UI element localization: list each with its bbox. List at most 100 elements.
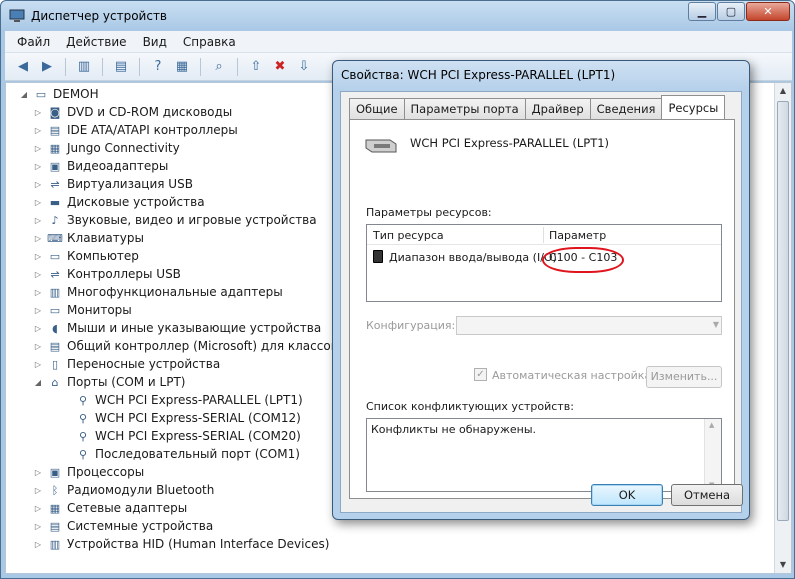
tab-details[interactable]: Сведения	[589, 98, 663, 119]
col-parameter[interactable]: Параметр	[549, 229, 606, 242]
tree-item-label: Jungo Connectivity	[67, 141, 180, 155]
col-resource-type[interactable]: Тип ресурса	[373, 229, 444, 242]
show-hide-tree-icon[interactable]: ▥	[74, 57, 94, 77]
tree-item-label: Устройства HID (Human Interface Devices)	[67, 537, 330, 551]
port-connector-icon: ⚲	[78, 447, 88, 461]
conflicts-list[interactable]: Конфликты не обнаружены. ▲ ▼	[366, 418, 722, 492]
expand-arrow-icon[interactable]: ▷	[32, 198, 44, 207]
usb-controller-icon: ⇌	[50, 267, 60, 281]
expand-arrow-icon[interactable]: ▷	[32, 162, 44, 171]
expand-arrow-icon[interactable]: ▷	[32, 306, 44, 315]
ok-button[interactable]: OK	[591, 484, 663, 506]
expand-arrow-icon[interactable]: ▷	[32, 486, 44, 495]
resource-table[interactable]: Тип ресурса Параметр Диапазон ввода/выво…	[366, 224, 722, 302]
expand-arrow-icon[interactable]: ▷	[32, 270, 44, 279]
tab-resources[interactable]: Ресурсы	[661, 95, 726, 119]
menu-view[interactable]: Вид	[143, 35, 167, 49]
menu-action[interactable]: Действие	[66, 35, 126, 49]
tree-item-label: Мониторы	[67, 303, 132, 317]
properties-dialog: Свойства: WCH PCI Express-PARALLEL (LPT1…	[332, 60, 750, 520]
maximize-button[interactable]: ▢	[717, 2, 745, 21]
scroll-up-icon[interactable]: ▲	[775, 83, 791, 99]
conflicts-label: Список конфликтующих устройств:	[366, 400, 574, 413]
tree-item-label: Системные устройства	[67, 519, 214, 533]
tree-item-label: Переносные устройства	[67, 357, 221, 371]
scroll-thumb[interactable]	[777, 101, 789, 521]
disc-drive-icon: ◙	[49, 105, 61, 119]
disk-drive-icon: ▬	[49, 195, 61, 209]
scan-hardware-icon[interactable]: ⌕	[209, 57, 229, 77]
disable-device-icon[interactable]: ⇩	[294, 57, 314, 77]
expand-arrow-icon[interactable]: ▷	[32, 234, 44, 243]
sound-icon: ♪	[51, 213, 59, 227]
expand-arrow-icon[interactable]: ▷	[32, 522, 44, 531]
tree-item-label: Многофункциональные адаптеры	[67, 285, 283, 299]
auto-settings-checkbox: ✓	[474, 368, 487, 381]
tree-item-label: Дисковые устройства	[67, 195, 205, 209]
expand-arrow-icon[interactable]: ▷	[32, 216, 44, 225]
expand-arrow-icon[interactable]: ▷	[32, 360, 44, 369]
expand-arrow-icon[interactable]: ▷	[32, 144, 44, 153]
help-icon[interactable]: ?	[148, 57, 168, 77]
tree-item-category[interactable]: ▷ ▥ Устройства HID (Human Interface Device…	[18, 535, 395, 553]
expand-arrow-icon[interactable]: ▷	[32, 324, 44, 333]
menu-help[interactable]: Справка	[183, 35, 236, 49]
tab-port-settings[interactable]: Параметры порта	[403, 98, 526, 119]
bluetooth-icon: ᛒ	[51, 483, 59, 497]
properties-icon[interactable]: ▤	[111, 57, 131, 77]
collapse-arrow-icon[interactable]: ◢	[32, 378, 44, 387]
expand-arrow-icon[interactable]: ▷	[32, 180, 44, 189]
expand-arrow-icon[interactable]: ▷	[32, 108, 44, 117]
forward-icon[interactable]: ▶	[37, 57, 57, 77]
system-device-icon: ▤	[49, 519, 61, 533]
conflicts-scrollbar: ▲ ▼	[704, 419, 721, 491]
expand-arrow-icon[interactable]: ▷	[32, 468, 44, 477]
uninstall-icon[interactable]: ✖	[270, 57, 290, 77]
port-icon: ⌂	[51, 375, 59, 389]
tab-general[interactable]: Общие	[349, 98, 405, 119]
expand-arrow-icon[interactable]: ▷	[32, 504, 44, 513]
column-divider[interactable]	[543, 227, 544, 243]
expand-arrow-icon[interactable]: ▷	[32, 288, 44, 297]
update-driver-icon[interactable]: ⇧	[246, 57, 266, 77]
resource-type-cell: Диапазон ввода/вывода (I/O)	[389, 251, 557, 264]
controller-icon: ▤	[49, 339, 61, 353]
resources-panel: WCH PCI Express-PARALLEL (LPT1) Параметр…	[349, 119, 735, 499]
expand-arrow-icon[interactable]: ▷	[32, 126, 44, 135]
tree-item-label: WCH PCI Express-PARALLEL (LPT1)	[95, 393, 303, 407]
title-bar[interactable]: Диспетчер устройств ▁ ▢ ✕	[1, 1, 794, 31]
dialog-body: Общие Параметры порта Драйвер Сведения Р…	[340, 91, 743, 513]
cancel-button[interactable]: Отмена	[671, 484, 743, 506]
resources-label: Параметры ресурсов:	[366, 206, 492, 219]
scroll-down-icon[interactable]: ▼	[775, 557, 791, 573]
menu-bar: Файл Действие Вид Справка	[5, 31, 792, 53]
toolbar-separator	[200, 57, 201, 76]
tree-item-label: IDE ATA/ATAPI контроллеры	[67, 123, 238, 137]
conflicts-text: Конфликты не обнаружены.	[371, 423, 536, 436]
tree-item-label: Порты (COM и LPT)	[67, 375, 186, 389]
expand-arrow-icon[interactable]: ▷	[32, 252, 44, 261]
tree-item-label: Видеоадаптеры	[67, 159, 169, 173]
window-controls: ▁ ▢ ✕	[688, 2, 790, 21]
processor-icon: ▣	[49, 465, 61, 479]
expand-arrow-icon[interactable]: ▷	[32, 540, 44, 549]
vertical-scrollbar[interactable]: ▲ ▼	[774, 83, 791, 573]
collapse-arrow-icon[interactable]: ◢	[18, 90, 30, 99]
network-adapter-icon: ▦	[49, 501, 61, 515]
jungo-device-icon: ▦	[49, 141, 61, 155]
table-row[interactable]: Диапазон ввода/вывода (I/O) C100 - C103	[367, 247, 721, 273]
view-icon[interactable]: ▦	[172, 57, 192, 77]
hid-icon: ▥	[49, 537, 61, 551]
port-connector-icon: ⚲	[78, 393, 88, 407]
tree-item-label: Виртуализация USB	[67, 177, 193, 191]
tab-driver[interactable]: Драйвер	[524, 98, 591, 119]
close-button[interactable]: ✕	[746, 2, 790, 21]
monitor-icon: ▭	[49, 303, 61, 317]
tree-item-label: Последовательный порт (COM1)	[95, 447, 300, 461]
minimize-button[interactable]: ▁	[688, 2, 716, 21]
change-settings-button: Изменить...	[646, 366, 722, 388]
menu-file[interactable]: Файл	[17, 35, 50, 49]
configuration-label: Конфигурация:	[366, 319, 456, 332]
back-icon[interactable]: ◀	[13, 57, 33, 77]
expand-arrow-icon[interactable]: ▷	[32, 342, 44, 351]
